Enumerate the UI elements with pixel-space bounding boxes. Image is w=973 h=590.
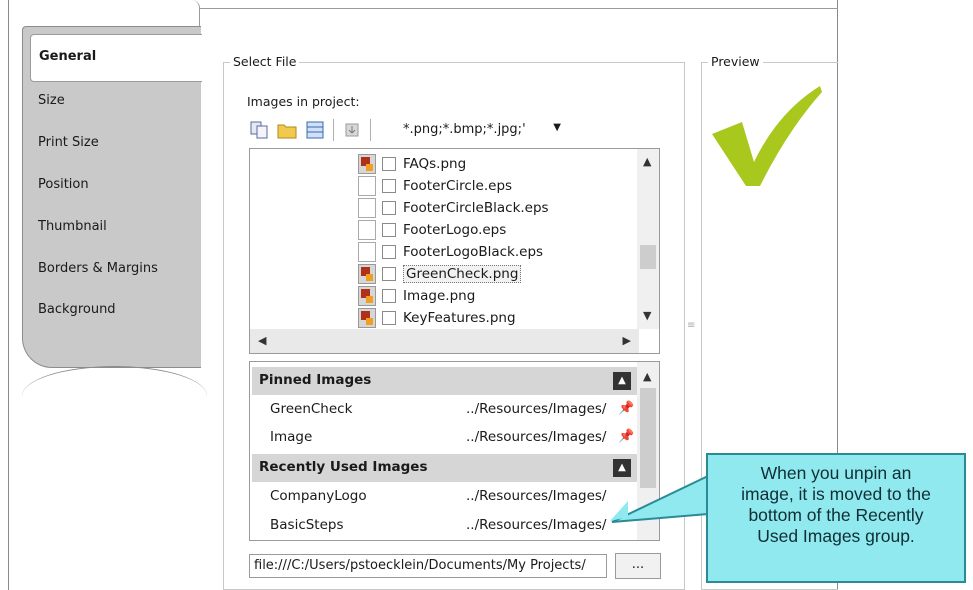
file-checkbox[interactable] bbox=[382, 157, 396, 171]
file-type-filter[interactable]: *.png;*.bmp;*.jpg;' ▼ bbox=[397, 118, 567, 144]
file-checkbox[interactable] bbox=[382, 267, 396, 281]
tab-borders-margins[interactable]: Borders & Margins bbox=[38, 261, 158, 276]
splitter-handle[interactable]: ≡ bbox=[687, 320, 695, 331]
callout-line: image, it is moved to the bbox=[741, 484, 931, 504]
list-item[interactable]: FooterCircle.eps bbox=[358, 175, 512, 197]
image-path: ../Resources/Images/ bbox=[466, 429, 607, 445]
scroll-up-icon[interactable]: ▲ bbox=[643, 155, 651, 168]
image-name: GreenCheck bbox=[270, 401, 353, 417]
file-checkbox[interactable] bbox=[382, 245, 396, 259]
vertical-scrollbar[interactable]: ▲ ▼ bbox=[637, 149, 659, 329]
list-item[interactable]: FAQs.png bbox=[358, 153, 466, 175]
collapse-icon[interactable]: ▲ bbox=[613, 372, 631, 390]
file-name: FooterLogoBlack.eps bbox=[403, 244, 544, 260]
browse-button[interactable]: ... bbox=[615, 553, 661, 579]
folder-icon[interactable] bbox=[277, 120, 297, 140]
horizontal-scrollbar[interactable]: ◀ ▶ bbox=[250, 329, 639, 353]
select-file-legend: Select File bbox=[230, 54, 300, 69]
pinned-recent-images-list[interactable]: Pinned Images ▲ GreenCheck ../Resources/… bbox=[249, 361, 660, 541]
callout-line: bottom of the Recently bbox=[748, 505, 924, 525]
grid-view-icon[interactable] bbox=[305, 120, 325, 140]
tab-general[interactable]: General bbox=[30, 34, 202, 82]
image-file-icon bbox=[358, 264, 376, 284]
image-path: ../Resources/Images/ bbox=[466, 488, 607, 504]
list-item[interactable]: FooterLogoBlack.eps bbox=[358, 241, 543, 263]
callout-line: When you unpin an bbox=[760, 463, 912, 483]
image-name: BasicSteps bbox=[270, 517, 344, 533]
document-file-icon bbox=[358, 242, 376, 262]
tab-header-edge bbox=[28, 0, 200, 28]
tab-label: General bbox=[39, 49, 97, 64]
file-name: FooterCircleBlack.eps bbox=[403, 200, 549, 216]
file-name: GreenCheck.png bbox=[403, 265, 522, 283]
document-file-icon bbox=[358, 198, 376, 218]
image-path: ../Resources/Images/ bbox=[466, 401, 607, 417]
dialog-top-edge bbox=[200, 8, 838, 9]
file-name: KeyFeatures.png bbox=[403, 310, 516, 326]
file-checkbox[interactable] bbox=[382, 179, 396, 193]
image-file-icon bbox=[358, 286, 376, 306]
chevron-down-icon: ▼ bbox=[553, 122, 561, 133]
copy-icon[interactable] bbox=[249, 120, 269, 140]
tab-background[interactable]: Background bbox=[38, 302, 116, 317]
document-file-icon bbox=[358, 176, 376, 196]
callout-note: When you unpin an image, it is moved to … bbox=[706, 453, 966, 583]
project-images-list[interactable]: FAQs.png FooterCircle.eps FooterCircleBl… bbox=[249, 148, 660, 354]
image-path: ../Resources/Images/ bbox=[466, 517, 607, 533]
scroll-down-icon[interactable]: ▼ bbox=[643, 309, 651, 322]
scroll-right-icon[interactable]: ▶ bbox=[623, 334, 631, 347]
document-file-icon bbox=[358, 220, 376, 240]
file-checkbox[interactable] bbox=[382, 223, 396, 237]
pinned-images-header: Pinned Images ▲ bbox=[252, 367, 637, 395]
recently-used-header: Recently Used Images ▲ bbox=[252, 454, 637, 482]
file-name: FAQs.png bbox=[403, 156, 467, 172]
tab-size[interactable]: Size bbox=[38, 93, 65, 108]
file-checkbox[interactable] bbox=[382, 289, 396, 303]
list-item[interactable]: Image.png bbox=[358, 285, 475, 307]
list-item[interactable]: KeyFeatures.png bbox=[358, 307, 516, 329]
preview-legend: Preview bbox=[708, 54, 763, 69]
image-file-icon bbox=[358, 308, 376, 328]
image-file-icon bbox=[358, 154, 376, 174]
toolbar-separator bbox=[370, 119, 371, 141]
callout-text: When you unpin an image, it is moved to … bbox=[708, 463, 964, 547]
group-title: Recently Used Images bbox=[259, 459, 428, 475]
recent-row[interactable]: CompanyLogo ../Resources/Images/ bbox=[252, 482, 637, 510]
list-item[interactable]: GreenCheck.png bbox=[358, 263, 522, 285]
scroll-thumb[interactable] bbox=[640, 245, 656, 269]
pin-icon[interactable]: 📌 bbox=[618, 429, 634, 444]
file-name: FooterCircle.eps bbox=[403, 178, 513, 194]
scroll-left-icon[interactable]: ◀ bbox=[258, 334, 266, 347]
list-item[interactable]: FooterLogo.eps bbox=[358, 219, 506, 241]
toolbar-separator bbox=[333, 119, 334, 141]
tab-print-size[interactable]: Print Size bbox=[38, 135, 99, 150]
tab-thumbnail[interactable]: Thumbnail bbox=[38, 219, 107, 234]
file-name: Image.png bbox=[403, 288, 476, 304]
file-checkbox[interactable] bbox=[382, 201, 396, 215]
callout-line: Used Images group. bbox=[757, 526, 915, 546]
import-icon[interactable] bbox=[342, 120, 362, 140]
file-path-field[interactable]: file:///C:/Users/pstoecklein/Documents/M… bbox=[249, 554, 607, 578]
filter-value: *.png;*.bmp;*.jpg;' bbox=[403, 122, 526, 137]
pinned-row[interactable]: Image ../Resources/Images/ 📌 bbox=[252, 423, 637, 451]
group-title: Pinned Images bbox=[259, 372, 372, 388]
pinned-row[interactable]: GreenCheck ../Resources/Images/ 📌 bbox=[252, 395, 637, 423]
file-name: FooterLogo.eps bbox=[403, 222, 507, 238]
check-mark-preview-image bbox=[712, 86, 822, 186]
image-name: Image bbox=[270, 429, 313, 445]
callout-pointer-tip bbox=[610, 501, 628, 521]
tab-position[interactable]: Position bbox=[38, 177, 89, 192]
list-item[interactable]: FooterCircleBlack.eps bbox=[358, 197, 549, 219]
file-checkbox[interactable] bbox=[382, 311, 396, 325]
image-name: CompanyLogo bbox=[270, 488, 367, 504]
images-in-project-label: Images in project: bbox=[247, 94, 360, 109]
recent-row[interactable]: BasicSteps ../Resources/Images/ bbox=[252, 511, 637, 539]
scroll-up-icon[interactable]: ▲ bbox=[643, 370, 651, 383]
file-toolbar bbox=[249, 115, 379, 145]
pin-icon[interactable]: 📌 bbox=[618, 401, 634, 416]
